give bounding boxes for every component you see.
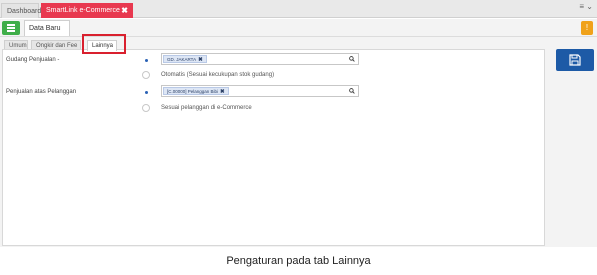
close-icon[interactable]: ✖: [220, 89, 225, 95]
pelanggan-label: Penjualan atas Pelanggan: [6, 89, 77, 95]
search-icon[interactable]: [349, 88, 355, 94]
top-tab-bar: Dashboard SmartLink e-Commerce ✖ ≡ ⌄: [0, 0, 597, 18]
warning-icon[interactable]: !: [581, 21, 593, 35]
search-icon[interactable]: [349, 56, 355, 62]
radio-sesuai-ecommerce[interactable]: [142, 104, 150, 112]
tab-data-baru[interactable]: Data Baru ✖: [24, 20, 70, 47]
tab-dashboard[interactable]: Dashboard: [1, 3, 41, 18]
gudang-chip: GD. JAKARTA ✖: [163, 55, 207, 63]
form-panel: [2, 49, 545, 246]
radio-otomatis[interactable]: [142, 71, 150, 79]
tab-highlight-box: [82, 34, 126, 54]
gudang-label: Gudang Penjualan -: [6, 57, 60, 63]
gudang-field[interactable]: GD. JAKARTA ✖: [161, 53, 359, 65]
tab-data-baru-label: Data Baru: [29, 25, 61, 32]
pelanggan-chip-label: [C.00000] Pelanggan Bibi: [167, 89, 219, 94]
save-button[interactable]: [556, 49, 594, 71]
list-icon[interactable]: [2, 21, 20, 35]
close-icon[interactable]: ✖: [198, 57, 203, 63]
radio-gudang-select[interactable]: [142, 56, 150, 64]
tab-menu-icon[interactable]: ≡ ⌄: [579, 2, 593, 11]
close-icon[interactable]: ✖: [121, 3, 128, 18]
pelanggan-field[interactable]: [C.00000] Pelanggan Bibi ✖: [161, 85, 359, 97]
otomatis-label: Otomatis (Sesuai kecukupan stok gudang): [161, 72, 275, 78]
figure-caption: Pengaturan pada tab Lainnya: [226, 255, 371, 267]
pelanggan-chip: [C.00000] Pelanggan Bibi ✖: [163, 87, 229, 95]
gudang-chip-label: GD. JAKARTA: [167, 57, 197, 62]
tab-smartlink-label: SmartLink e-Commerce: [46, 7, 120, 14]
sesuai-label: Sesuai pelanggan di e-Commerce: [161, 105, 252, 111]
save-icon: [569, 54, 581, 66]
radio-pelanggan-select[interactable]: [142, 88, 150, 96]
tab-smartlink[interactable]: SmartLink e-Commerce ✖: [41, 3, 133, 18]
